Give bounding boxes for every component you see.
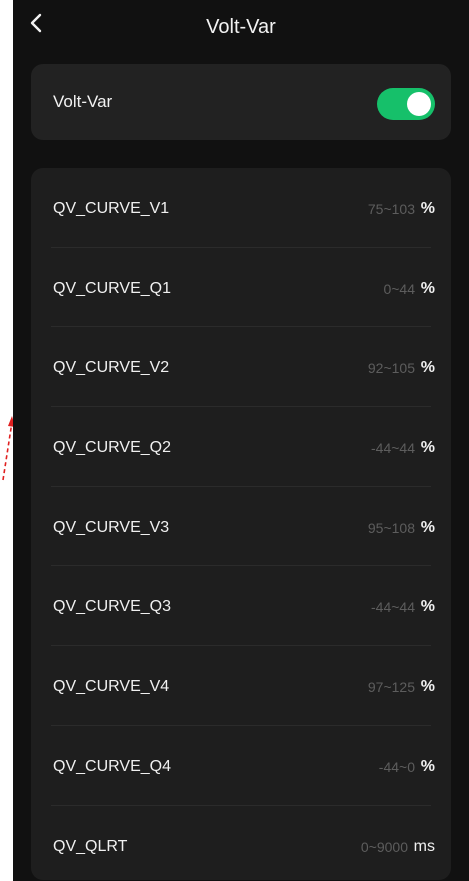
param-name: QV_CURVE_V2 (53, 359, 170, 377)
param-unit: % (420, 598, 435, 616)
param-range: 0~9000 (360, 838, 408, 855)
param-range: 97~125 (367, 679, 415, 696)
param-name: QV_CURVE_V4 (53, 678, 170, 696)
param-row-qv-curve-v4[interactable]: QV_CURVE_V4 97~125 % (31, 646, 451, 726)
param-row-qv-curve-q1[interactable]: QV_CURVE_Q1 0~44 % (31, 248, 451, 328)
param-unit: % (420, 200, 435, 217)
switch-knob (407, 92, 431, 116)
param-name: QV_QLRT (53, 837, 128, 855)
page-title: Volt-Var (206, 16, 276, 38)
param-range: -44~44 (371, 440, 415, 457)
param-unit: % (420, 359, 435, 377)
toggle-label: Volt-Var (53, 92, 113, 111)
param-range: 92~105 (367, 360, 415, 377)
top-bar: Volt-Var (13, 0, 469, 58)
param-name: QV_CURVE_Q1 (53, 279, 171, 297)
param-name: QV_CURVE_Q2 (53, 439, 171, 457)
param-unit: ms (413, 837, 435, 855)
param-unit: % (420, 678, 435, 696)
param-name: QV_CURVE_V1 (53, 200, 170, 217)
parameter-list: QV_CURVE_V1 75~103 % QV_CURVE_Q1 0~44 % … (31, 168, 451, 880)
param-range: 0~44 (383, 280, 415, 297)
param-name: QV_CURVE_V3 (53, 518, 170, 536)
param-unit: % (420, 279, 435, 297)
param-unit: % (420, 518, 435, 536)
volt-var-switch[interactable] (377, 88, 435, 120)
param-range: -44~44 (371, 599, 415, 616)
volt-var-toggle-card: Volt-Var (31, 64, 451, 140)
volt-var-screen: Volt-Var Volt-Var QV_CURVE_V1 75~103 % Q… (13, 0, 469, 881)
param-row-qv-curve-v3[interactable]: QV_CURVE_V3 95~108 % (31, 487, 451, 567)
param-name: QV_CURVE_Q3 (53, 598, 171, 616)
param-unit: % (420, 439, 435, 457)
param-row-qv-curve-v2[interactable]: QV_CURVE_V2 92~105 % (31, 327, 451, 408)
param-row-qv-qlrt[interactable]: QV_QLRT 0~9000 ms (31, 806, 451, 881)
param-range: -44~0 (378, 758, 415, 775)
param-name: QV_CURVE_Q4 (53, 757, 171, 775)
param-range: 75~103 (367, 201, 415, 217)
param-range: 95~108 (367, 519, 415, 536)
param-row-qv-curve-q3[interactable]: QV_CURVE_Q3 -44~44 % (31, 566, 451, 647)
param-row-qv-curve-v1[interactable]: QV_CURVE_V1 75~103 % (31, 168, 451, 248)
param-unit: % (420, 757, 435, 775)
param-row-qv-curve-q4[interactable]: QV_CURVE_Q4 -44~0 % (31, 726, 451, 806)
param-row-qv-curve-q2[interactable]: QV_CURVE_Q2 -44~44 % (31, 407, 451, 487)
